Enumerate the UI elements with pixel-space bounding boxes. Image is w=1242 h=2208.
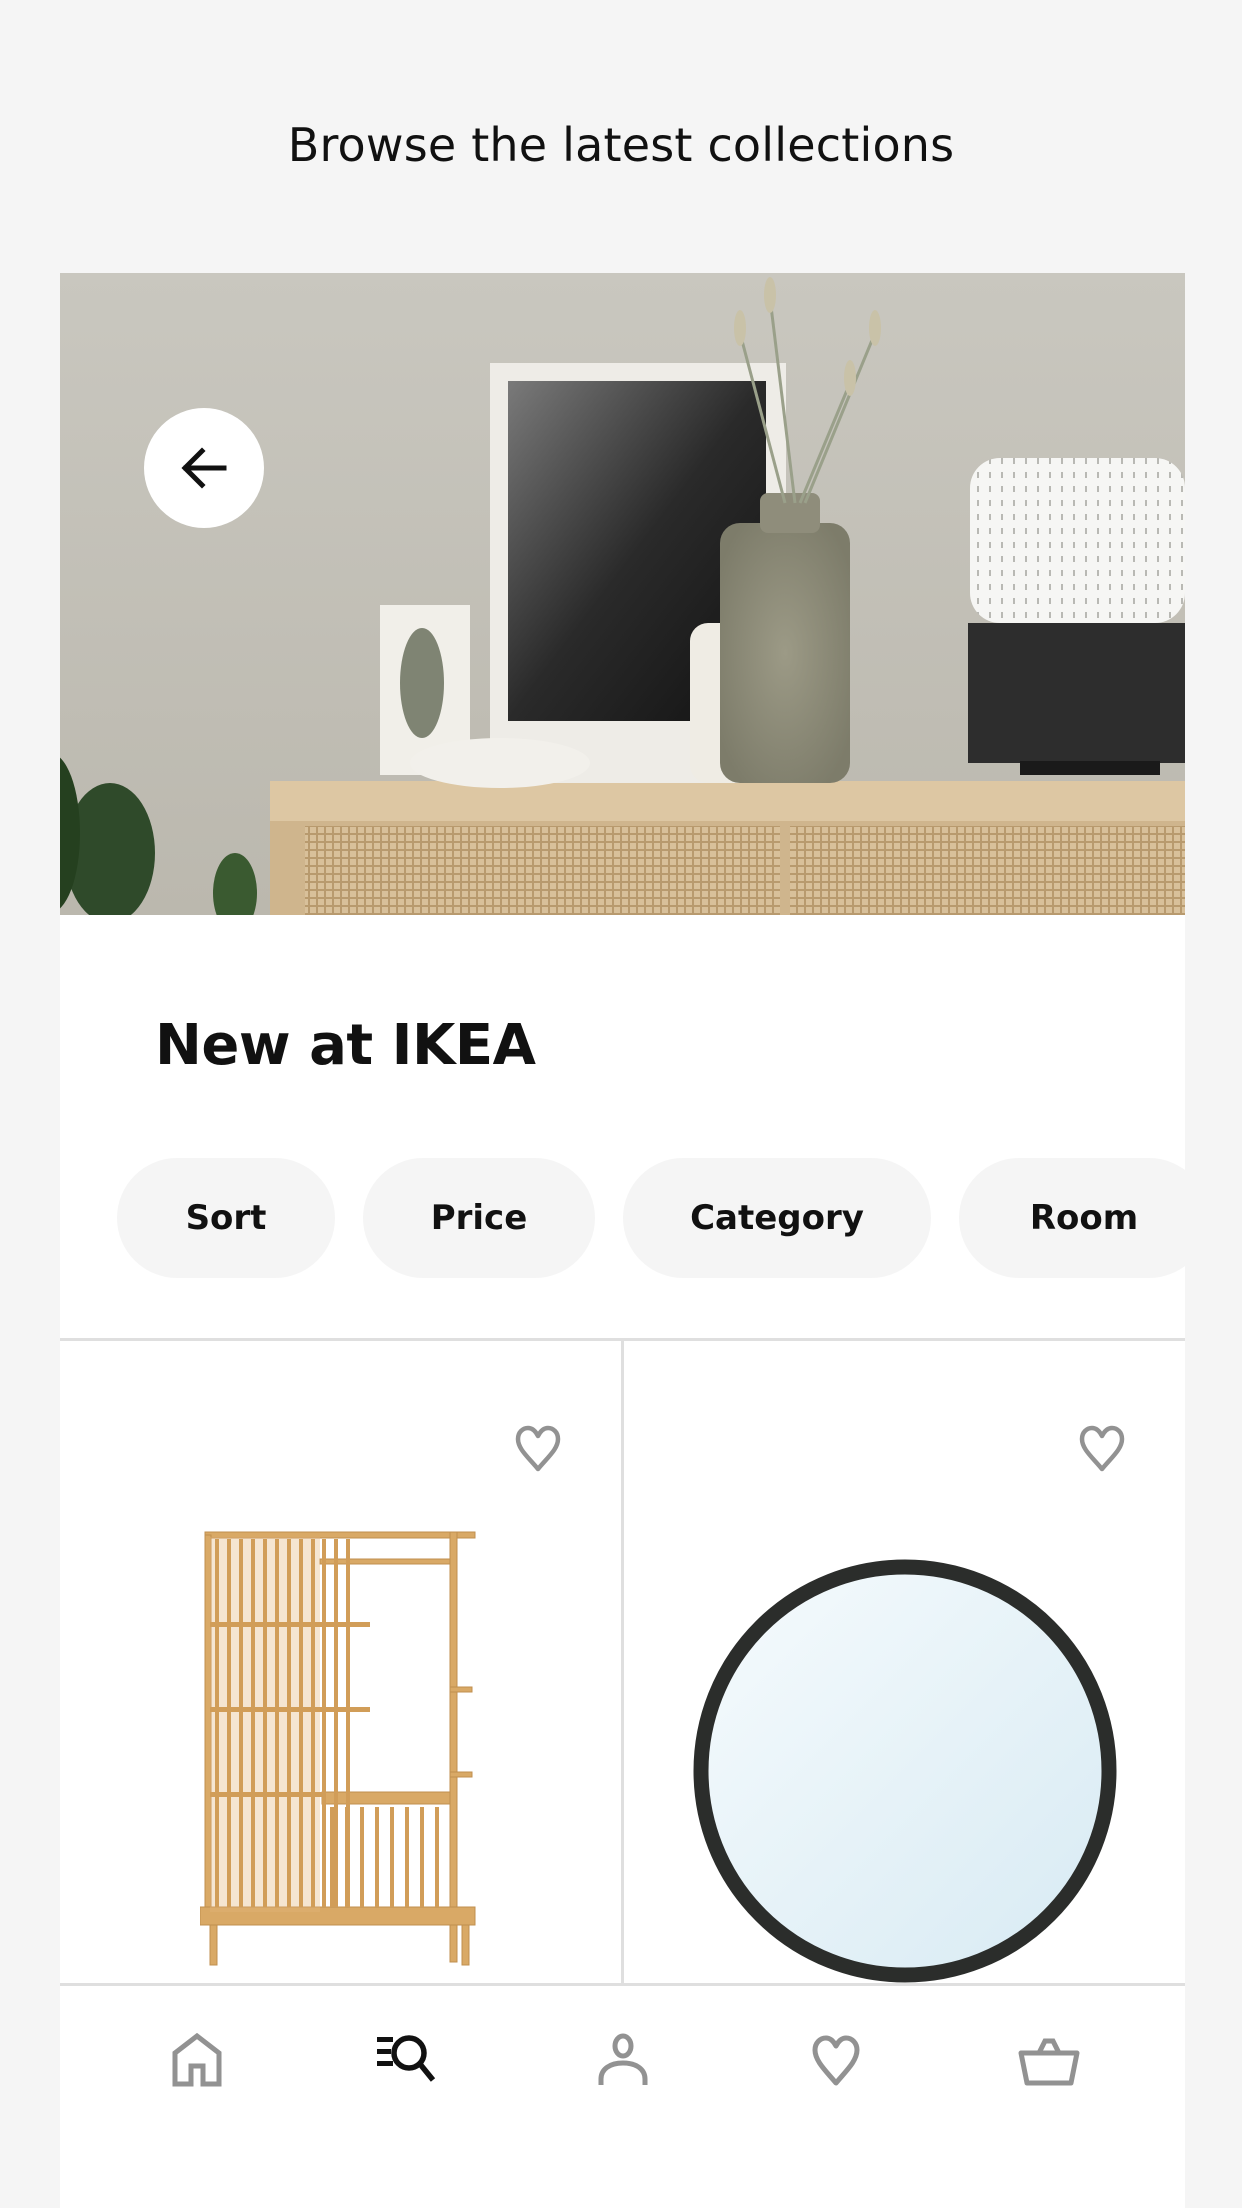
filter-category[interactable]: Category xyxy=(623,1158,931,1278)
page-title: Browse the latest collections xyxy=(287,118,955,172)
nav-cart[interactable] xyxy=(989,1986,1109,2136)
nav-home[interactable] xyxy=(137,1986,257,2136)
nav-profile[interactable] xyxy=(563,1986,683,2136)
bottom-nav xyxy=(60,1986,1185,2208)
favorite-button[interactable] xyxy=(510,1421,566,1477)
heart-icon xyxy=(812,2035,859,2086)
wardrobe-image xyxy=(200,1531,476,1966)
scroll-gutter xyxy=(1185,273,1242,2208)
back-arrow-icon xyxy=(181,447,227,489)
favorite-button[interactable] xyxy=(1074,1421,1130,1477)
hero-illustration xyxy=(60,273,1185,915)
filter-sort[interactable]: Sort xyxy=(117,1158,335,1278)
back-button[interactable] xyxy=(144,408,264,528)
nav-search[interactable] xyxy=(350,1986,470,2136)
home-icon xyxy=(172,2033,221,2087)
filter-price[interactable]: Price xyxy=(363,1158,595,1278)
heart-outline-icon xyxy=(515,1425,561,1472)
basket-icon xyxy=(1018,2038,1079,2086)
search-list-icon xyxy=(376,2035,435,2082)
product-card[interactable] xyxy=(60,1341,621,1983)
hero-image[interactable] xyxy=(60,273,1185,915)
section-title: New at IKEA xyxy=(155,1013,536,1078)
heart-outline-icon xyxy=(1079,1425,1125,1472)
filter-chips: Sort Price Category Room xyxy=(117,1158,1185,1278)
page: Browse the latest collections New at IKE… xyxy=(0,0,1242,2208)
nav-favorites[interactable] xyxy=(776,1986,896,2136)
filter-room[interactable]: Room xyxy=(959,1158,1185,1278)
mirror-image xyxy=(693,1559,1117,1983)
collection-card: New at IKEA Sort Price Category Room xyxy=(60,273,1185,2208)
product-card[interactable] xyxy=(624,1341,1185,1983)
person-icon xyxy=(598,2033,647,2085)
